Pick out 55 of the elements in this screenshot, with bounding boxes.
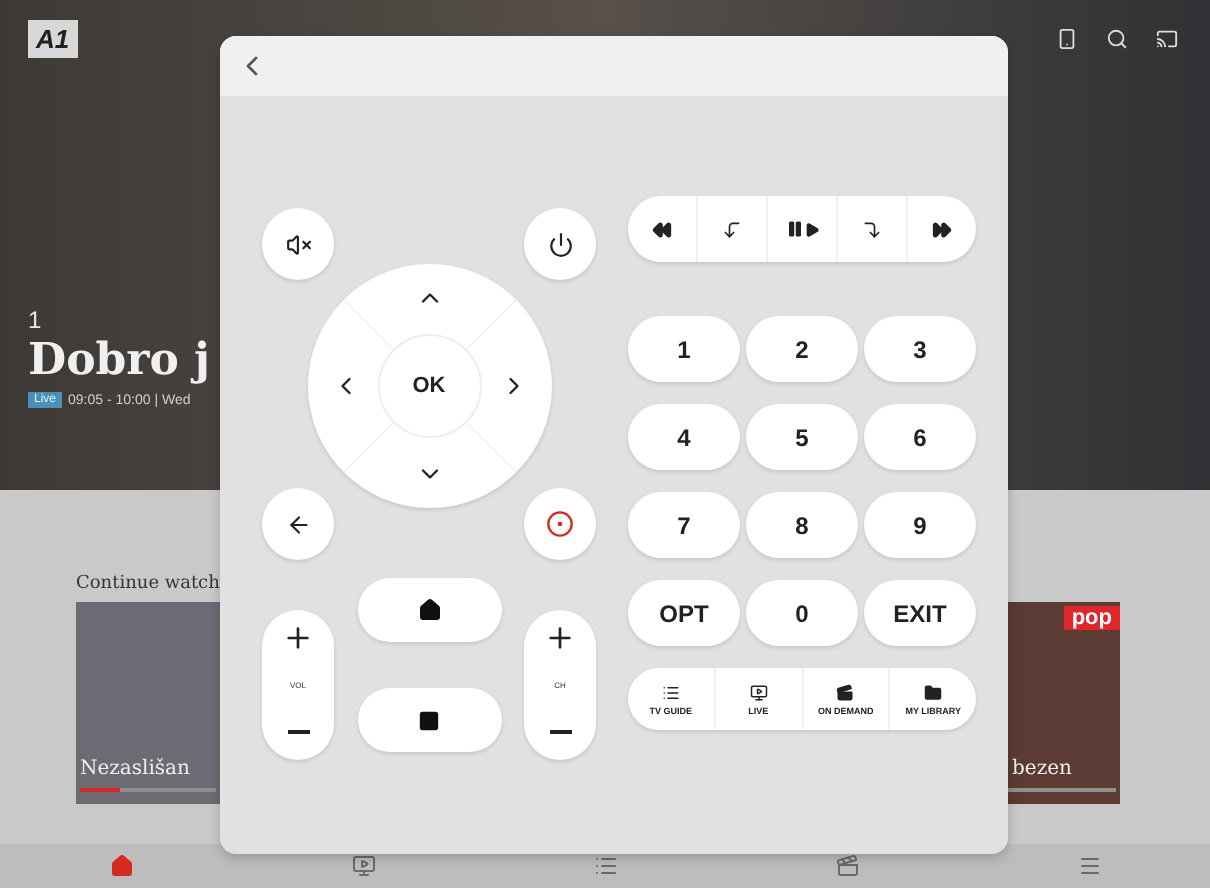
monitor-icon bbox=[351, 854, 375, 878]
number-key[interactable]: 6 bbox=[864, 404, 976, 470]
monitor-icon bbox=[749, 683, 768, 701]
number-key[interactable]: 0 bbox=[746, 580, 858, 646]
home-button[interactable] bbox=[357, 578, 501, 642]
number-key[interactable]: 5 bbox=[746, 404, 858, 470]
channel-number: 1 bbox=[28, 306, 42, 334]
stop-icon bbox=[418, 709, 440, 731]
channel-up-button[interactable] bbox=[544, 622, 576, 654]
corner-arrow-icon bbox=[722, 219, 742, 239]
ok-button[interactable]: OK bbox=[377, 334, 481, 438]
number-key[interactable]: 3 bbox=[864, 316, 976, 382]
clapperboard-icon bbox=[835, 854, 859, 878]
channel-logo: pop bbox=[1063, 606, 1120, 630]
number-key[interactable]: 9 bbox=[864, 492, 976, 558]
power-icon bbox=[547, 231, 573, 257]
logo: A1 bbox=[28, 20, 78, 58]
record-button[interactable] bbox=[524, 488, 596, 560]
remote-icon[interactable] bbox=[1056, 28, 1078, 50]
home-icon bbox=[417, 598, 441, 622]
folder-icon bbox=[924, 683, 943, 701]
minus-icon bbox=[549, 730, 571, 734]
show-title: Dobro j bbox=[28, 334, 211, 386]
number-key[interactable]: 4 bbox=[628, 404, 740, 470]
card-title: Nezaslišan bbox=[78, 758, 190, 780]
section-title: Continue watch bbox=[76, 574, 222, 594]
arrow-left-icon bbox=[285, 511, 311, 537]
number-key[interactable]: OPT bbox=[628, 580, 740, 646]
plus-icon bbox=[544, 622, 576, 654]
record-icon bbox=[546, 510, 574, 538]
number-key[interactable]: 2 bbox=[746, 316, 858, 382]
power-button[interactable] bbox=[524, 208, 596, 280]
number-key[interactable]: EXIT bbox=[864, 580, 976, 646]
card-title: bezen bbox=[1010, 758, 1072, 780]
plus-icon bbox=[282, 622, 314, 654]
minus-icon bbox=[287, 730, 309, 734]
number-key[interactable]: 7 bbox=[628, 492, 740, 558]
content-card[interactable]: Nezaslišan bbox=[76, 602, 220, 804]
volume-up-button[interactable] bbox=[282, 622, 314, 654]
corner-arrow-icon bbox=[862, 219, 882, 239]
mute-icon bbox=[285, 231, 311, 257]
home-icon bbox=[109, 854, 133, 878]
rewind-icon bbox=[652, 219, 672, 239]
clapperboard-icon bbox=[836, 683, 855, 701]
menu-icon bbox=[1077, 854, 1101, 878]
play-icon bbox=[803, 221, 819, 237]
number-key[interactable]: 8 bbox=[746, 492, 858, 558]
stop-button[interactable] bbox=[357, 688, 501, 752]
number-key[interactable]: 1 bbox=[628, 316, 740, 382]
pause-icon bbox=[785, 220, 803, 238]
fast-forward-icon bbox=[932, 219, 952, 239]
list-icon bbox=[661, 683, 680, 701]
search-icon[interactable] bbox=[1106, 28, 1128, 50]
cast-icon[interactable] bbox=[1156, 28, 1178, 50]
mute-button[interactable] bbox=[262, 208, 334, 280]
